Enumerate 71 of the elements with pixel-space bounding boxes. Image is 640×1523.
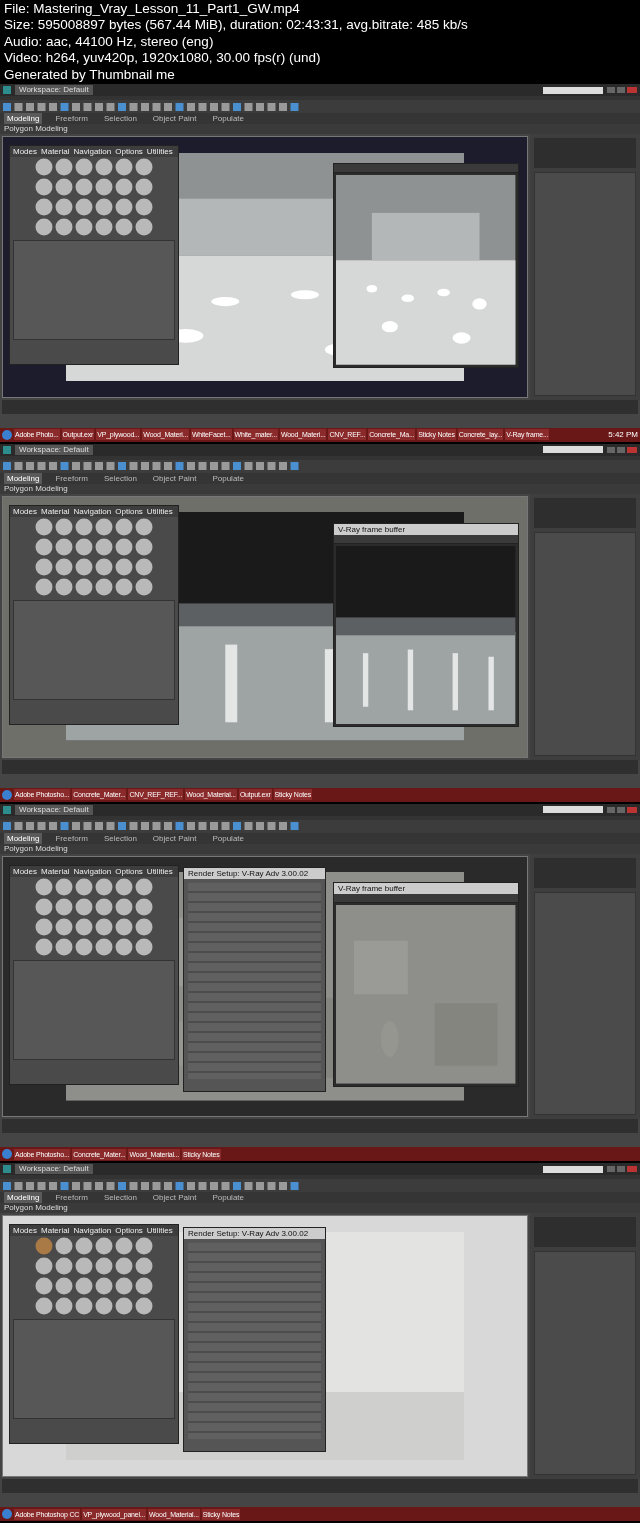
- ribbon-panel-label: Polygon Modeling: [0, 843, 640, 854]
- menu-item[interactable]: Modes: [13, 1226, 37, 1236]
- ribbon-tab[interactable]: Selection: [100, 113, 140, 124]
- menu-item[interactable]: Options: [115, 866, 143, 876]
- window-controls-icon[interactable]: [607, 86, 637, 94]
- start-button[interactable]: [2, 429, 12, 440]
- menu-item[interactable]: Material: [41, 1226, 70, 1236]
- ribbon-tab[interactable]: Modeling: [4, 832, 43, 844]
- menu-item[interactable]: Material: [41, 147, 70, 156]
- file-info-line: File: Mastering_Vray_Lesson_11_Part1_GW.mp4: [4, 1, 301, 18]
- menu-item[interactable]: Modes: [13, 866, 37, 876]
- ribbon-panel-label: Polygon Modeling: [0, 124, 640, 134]
- workspace-dropdown[interactable]: Workspace: Default: [15, 1164, 93, 1175]
- app-logo-icon: [3, 805, 11, 814]
- ribbon-panel-label: Polygon Modeling: [0, 483, 640, 494]
- menu-item[interactable]: Navigation: [73, 1226, 112, 1236]
- ribbon-tab[interactable]: Freeform: [52, 472, 91, 484]
- file-info-line: Video: h264, yuv420p, 1920x1080, 30.00 fps(r) (und): [4, 50, 322, 67]
- clock: 5:42 PM: [608, 430, 638, 440]
- ribbon-tab[interactable]: Selection: [100, 472, 140, 484]
- ribbon-tab[interactable]: Object Paint: [149, 113, 200, 124]
- menu-item[interactable]: Modes: [13, 147, 37, 156]
- file-info-line: Generated by Thumbnail me: [4, 66, 176, 84]
- sample-spheres-drawing[interactable]: [34, 1236, 154, 1317]
- start-button[interactable]: [2, 1509, 12, 1519]
- start-button[interactable]: [2, 1149, 12, 1160]
- ribbon-tab[interactable]: Object Paint: [149, 832, 200, 844]
- menu-item[interactable]: Options: [115, 1226, 143, 1236]
- ribbon-tab[interactable]: Freeform: [52, 832, 91, 844]
- ribbon-tab[interactable]: Object Paint: [149, 1192, 200, 1204]
- workspace-dropdown[interactable]: Workspace: Default: [15, 444, 93, 455]
- ribbon-tab[interactable]: Selection: [100, 832, 140, 844]
- ribbon-panel-label: Polygon Modeling: [0, 1203, 640, 1214]
- file-info-line: Size: 595008897 bytes (567.44 MiB), duration: 02:43:31, avg.bitrate: 485 kb/s: [4, 17, 469, 34]
- ribbon-tab[interactable]: Modeling: [4, 1192, 43, 1204]
- window-title: Render Setup: V-Ray Adv 3.00.02: [184, 867, 326, 879]
- sample-spheres-drawing[interactable]: [34, 876, 154, 957]
- search-field[interactable]: [543, 446, 603, 454]
- menu-item[interactable]: Utilities: [146, 1226, 173, 1236]
- window-controls-icon[interactable]: [607, 445, 637, 454]
- app-logo-icon: [3, 445, 11, 454]
- ribbon-tab[interactable]: Object Paint: [149, 472, 200, 484]
- ribbon-tab[interactable]: Modeling: [4, 472, 43, 484]
- workspace-dropdown[interactable]: Workspace: Default: [15, 85, 93, 95]
- menu-item[interactable]: Modes: [13, 506, 37, 516]
- menu-item[interactable]: Material: [41, 506, 70, 516]
- search-field[interactable]: [543, 1165, 603, 1173]
- app-logo-icon: [3, 86, 11, 94]
- ribbon-tab[interactable]: Freeform: [52, 1192, 91, 1204]
- ribbon-tab[interactable]: Populate: [209, 1192, 247, 1204]
- ribbon-tab[interactable]: Selection: [100, 1192, 140, 1204]
- menu-item[interactable]: Material: [41, 866, 70, 876]
- ribbon-tab[interactable]: Populate: [209, 472, 247, 484]
- app-logo-icon: [3, 1165, 11, 1174]
- menu-item[interactable]: Navigation: [73, 866, 112, 876]
- ribbon-tab[interactable]: Freeform: [52, 113, 91, 124]
- ribbon-tab[interactable]: Populate: [209, 832, 247, 844]
- menu-item[interactable]: Utilities: [146, 866, 173, 876]
- search-field[interactable]: [543, 806, 603, 813]
- file-info-line: Audio: aac, 44100 Hz, stereo (eng): [4, 33, 215, 51]
- window-title: Render Setup: V-Ray Adv 3.00.02: [184, 1227, 326, 1239]
- viewport[interactable]: Modes Material Navigation Options Utilities V-Ray frame buffer Render Setup: V-Ray Adv 3.00.02: [2, 855, 528, 1118]
- search-field[interactable]: [543, 86, 603, 94]
- ribbon-tab[interactable]: Modeling: [4, 113, 43, 124]
- window-title: V-Ray frame buffer: [334, 883, 518, 895]
- start-button[interactable]: [2, 789, 12, 800]
- ribbon-tab[interactable]: Populate: [209, 113, 247, 124]
- workspace-dropdown[interactable]: Workspace: Default: [15, 804, 93, 815]
- viewport[interactable]: Modes Material Navigation Options Utilities Render Setup: V-Ray Adv 3.00.02: [2, 1215, 528, 1477]
- window-controls-icon[interactable]: [607, 805, 637, 814]
- window-controls-icon[interactable]: [607, 1165, 637, 1174]
